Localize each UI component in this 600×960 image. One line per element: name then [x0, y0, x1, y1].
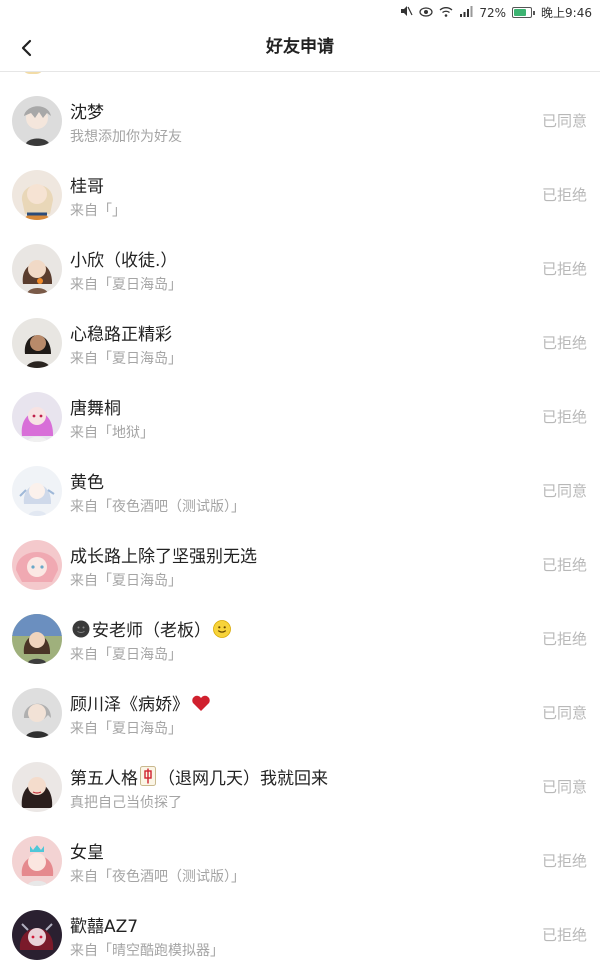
requester-name: 桂哥 — [70, 177, 104, 197]
request-status: 已拒绝 — [541, 186, 587, 204]
request-status: 已拒绝 — [541, 408, 587, 426]
partial-row-avatar — [22, 72, 44, 74]
request-status: 已同意 — [541, 112, 587, 130]
mahjong-tile-icon — [140, 766, 156, 791]
friend-request-list[interactable]: 沈梦 我想添加你为好友 已同意 桂哥 来自「」 已拒绝 小欣（收徒.） 来自「夏… — [0, 72, 600, 960]
request-source: 来自「夜色酒吧（测试版）」 — [70, 869, 245, 885]
avatar[interactable] — [12, 466, 62, 516]
avatar[interactable] — [12, 762, 62, 812]
list-item[interactable]: 安老师（老板） 来自「夏日海岛」 已拒绝 — [0, 602, 600, 676]
list-item[interactable]: 成长路上除了坚强别无选 来自「夏日海岛」 已拒绝 — [0, 528, 600, 602]
requester-name: 成长路上除了坚强别无选 — [70, 547, 257, 567]
requester-name: 黄色 — [70, 473, 104, 493]
list-item[interactable]: 第五人格 （退网几天）我就回来 真把自己当侦探了 已同意 — [0, 750, 600, 824]
request-status: 已拒绝 — [541, 852, 587, 870]
avatar[interactable] — [12, 392, 62, 442]
requester-name-text: 顾川泽《病娇》 — [70, 695, 189, 715]
list-item[interactable]: 小欣（收徒.） 来自「夏日海岛」 已拒绝 — [0, 232, 600, 306]
request-status: 已同意 — [541, 482, 587, 500]
avatar[interactable] — [12, 540, 62, 590]
request-source: 来自「夏日海岛」 — [70, 721, 182, 737]
requester-name-part1: 第五人格 — [70, 769, 138, 789]
list-item[interactable]: 黄色 来自「夜色酒吧（测试版）」 已同意 — [0, 454, 600, 528]
avatar[interactable] — [12, 614, 62, 664]
requester-name: 第五人格 （退网几天）我就回来 — [70, 764, 328, 791]
request-status: 已拒绝 — [541, 334, 587, 352]
requester-name: 歡囍AZ7 — [70, 917, 139, 937]
status-icons: 72% 晚上9:46 — [400, 4, 592, 21]
request-source: 来自「夏日海岛」 — [70, 573, 182, 589]
request-status: 已拒绝 — [541, 260, 587, 278]
request-status: 已同意 — [541, 704, 587, 722]
clock-time: 晚上9:46 — [541, 6, 592, 20]
requester-name: 心稳路正精彩 — [70, 325, 172, 345]
requester-name: 小欣（收徒.） — [70, 251, 178, 271]
mute-icon — [400, 5, 413, 20]
wifi-icon — [439, 6, 453, 20]
avatar[interactable] — [12, 96, 62, 146]
avatar[interactable] — [12, 688, 62, 738]
avatar[interactable] — [12, 170, 62, 220]
list-item[interactable]: 顾川泽《病娇》 来自「夏日海岛」 已同意 — [0, 676, 600, 750]
requester-name-text: 安老师（老板） — [92, 621, 211, 641]
request-source: 来自「夏日海岛」 — [70, 351, 182, 367]
requester-name: 顾川泽《病娇》 — [70, 690, 213, 717]
requester-name: 沈梦 — [70, 103, 104, 123]
signal-icon — [459, 5, 473, 20]
list-item[interactable]: 唐舞桐 来自「地狱」 已拒绝 — [0, 380, 600, 454]
list-item[interactable]: 心稳路正精彩 来自「夏日海岛」 已拒绝 — [0, 306, 600, 380]
avatar[interactable] — [12, 836, 62, 886]
list-item[interactable]: 女皇 来自「夜色酒吧（测试版）」 已拒绝 — [0, 824, 600, 898]
requester-name: 女皇 — [70, 843, 104, 863]
request-source: 来自「」 — [70, 203, 126, 219]
list-item[interactable]: 沈梦 我想添加你为好友 已同意 — [0, 84, 600, 158]
request-status: 已同意 — [541, 778, 587, 796]
battery-icon — [512, 7, 536, 18]
header-bar: 好友申请 — [0, 24, 600, 72]
list-item[interactable]: 歡囍AZ7 来自「晴空酷跑模拟器」 已拒绝 — [0, 898, 600, 960]
request-source: 来自「地狱」 — [70, 425, 154, 441]
request-source: 来自「夏日海岛」 — [70, 647, 182, 663]
requester-name: 安老师（老板） — [70, 616, 233, 643]
request-source: 来自「夏日海岛」 — [70, 277, 182, 293]
request-source: 来自「夜色酒吧（测试版）」 — [70, 499, 245, 515]
request-source: 我想添加你为好友 — [70, 129, 182, 145]
requester-name: 唐舞桐 — [70, 399, 121, 419]
list-item[interactable]: 桂哥 来自「」 已拒绝 — [0, 158, 600, 232]
battery-percent: 72% — [479, 5, 507, 20]
requester-name-part2: （退网几天）我就回来 — [158, 769, 328, 789]
avatar[interactable] — [12, 910, 62, 960]
request-status: 已拒绝 — [541, 630, 587, 648]
request-status: 已拒绝 — [541, 926, 587, 944]
request-message: 真把自己当侦探了 — [70, 795, 182, 811]
request-source: 来自「晴空酷跑模拟器」 — [70, 943, 224, 959]
dark-face-icon — [72, 620, 90, 643]
request-status: 已拒绝 — [541, 556, 587, 574]
eye-icon — [419, 6, 433, 20]
status-bar: 72% 晚上9:46 — [0, 0, 600, 24]
page-title: 好友申请 — [266, 37, 334, 57]
avatar[interactable] — [12, 318, 62, 368]
red-heart-icon — [191, 694, 211, 717]
avatar[interactable] — [12, 244, 62, 294]
smile-icon — [213, 620, 231, 643]
